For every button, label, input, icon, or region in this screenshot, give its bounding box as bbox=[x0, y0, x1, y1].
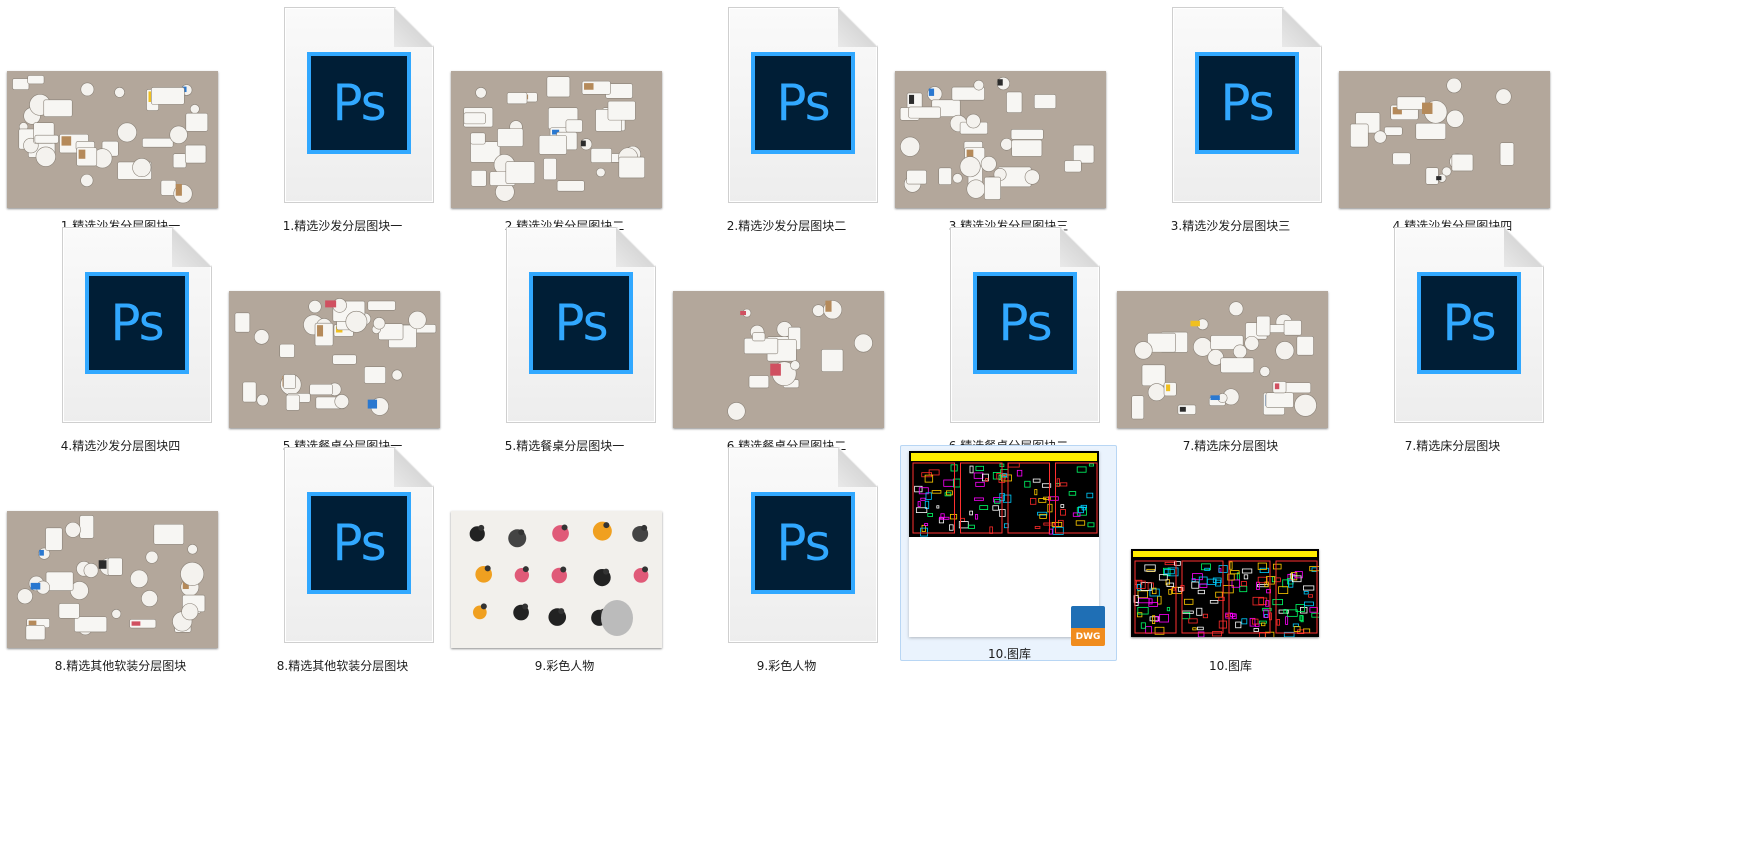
image-thumbnail bbox=[1339, 71, 1550, 208]
psd-file-icon: Ps bbox=[728, 7, 878, 203]
file-item[interactable]: 5.精选餐桌分层图块一 bbox=[227, 225, 458, 465]
file-grid: 1.精选沙发分层图块一 Ps 1.精选沙发分层图块一 2.精选沙发分层图块二 P… bbox=[0, 0, 1760, 863]
file-item[interactable]: Ps 7.精选床分层图块 bbox=[1337, 225, 1568, 465]
image-thumbnail bbox=[451, 511, 662, 648]
image-thumbnail bbox=[451, 71, 662, 208]
psd-file-icon: Ps bbox=[950, 227, 1100, 423]
image-thumbnail bbox=[7, 511, 218, 648]
file-item[interactable]: Ps 9.彩色人物 bbox=[671, 445, 902, 685]
file-name: 8.精选其他软装分层图块 bbox=[276, 659, 409, 673]
psd-file-icon: Ps bbox=[506, 227, 656, 423]
file-item[interactable]: Ps 5.精选餐桌分层图块一 bbox=[449, 225, 680, 465]
photoshop-logo-icon: Ps bbox=[1417, 272, 1521, 374]
psd-file-icon: Ps bbox=[1394, 227, 1544, 423]
photoshop-logo-icon: Ps bbox=[307, 492, 411, 594]
cad-preview bbox=[909, 451, 1099, 537]
image-thumbnail bbox=[1117, 291, 1328, 428]
file-item[interactable]: 6.精选餐桌分层图块二 bbox=[671, 225, 902, 465]
image-thumbnail bbox=[229, 291, 440, 428]
psd-file-icon: Ps bbox=[1172, 7, 1322, 203]
image-thumbnail bbox=[7, 71, 218, 208]
file-name: 10.图库 bbox=[1208, 659, 1253, 673]
photoshop-logo-icon: Ps bbox=[529, 272, 633, 374]
photoshop-logo-icon: Ps bbox=[751, 52, 855, 154]
file-name: 7.精选床分层图块 bbox=[1404, 439, 1501, 453]
file-item[interactable]: 2.精选沙发分层图块二 bbox=[449, 5, 680, 245]
image-thumbnail bbox=[1131, 549, 1319, 637]
photoshop-logo-icon: Ps bbox=[85, 272, 189, 374]
file-item[interactable]: Ps 6.精选餐桌分层图块二 bbox=[893, 225, 1124, 465]
photoshop-logo-icon: Ps bbox=[1195, 52, 1299, 154]
file-item[interactable]: Ps 8.精选其他软装分层图块 bbox=[227, 445, 458, 685]
file-item[interactable]: 10.图库 bbox=[1115, 445, 1346, 685]
image-thumbnail bbox=[895, 71, 1106, 208]
file-name: 9.彩色人物 bbox=[534, 659, 595, 673]
file-name: 10.图库 bbox=[987, 647, 1032, 661]
image-thumbnail bbox=[673, 291, 884, 428]
photoshop-logo-icon: Ps bbox=[973, 272, 1077, 374]
file-item-selected[interactable]: DWG 10.图库 bbox=[900, 445, 1117, 661]
file-item[interactable]: Ps 2.精选沙发分层图块二 bbox=[671, 5, 902, 245]
file-name: 9.彩色人物 bbox=[756, 659, 817, 673]
psd-file-icon: Ps bbox=[728, 447, 878, 643]
photoshop-logo-icon: Ps bbox=[751, 492, 855, 594]
file-item[interactable]: 1.精选沙发分层图块一 bbox=[5, 5, 236, 245]
file-item[interactable]: Ps 1.精选沙发分层图块一 bbox=[227, 5, 458, 245]
file-item[interactable]: 3.精选沙发分层图块三 bbox=[893, 5, 1124, 245]
psd-file-icon: Ps bbox=[62, 227, 212, 423]
file-item[interactable]: 7.精选床分层图块 bbox=[1115, 225, 1346, 465]
psd-file-icon: Ps bbox=[284, 7, 434, 203]
file-item[interactable]: 8.精选其他软装分层图块 bbox=[5, 445, 236, 685]
psd-file-icon: Ps bbox=[284, 447, 434, 643]
photoshop-logo-icon: Ps bbox=[307, 52, 411, 154]
file-item[interactable]: Ps 3.精选沙发分层图块三 bbox=[1115, 5, 1346, 245]
file-item[interactable]: 4.精选沙发分层图块四 bbox=[1337, 5, 1568, 245]
file-item[interactable]: 9.彩色人物 bbox=[449, 445, 680, 685]
dwg-file-icon: DWG bbox=[1071, 606, 1105, 646]
file-item[interactable]: Ps 4.精选沙发分层图块四 bbox=[5, 225, 236, 465]
file-name: 8.精选其他软装分层图块 bbox=[54, 659, 187, 673]
